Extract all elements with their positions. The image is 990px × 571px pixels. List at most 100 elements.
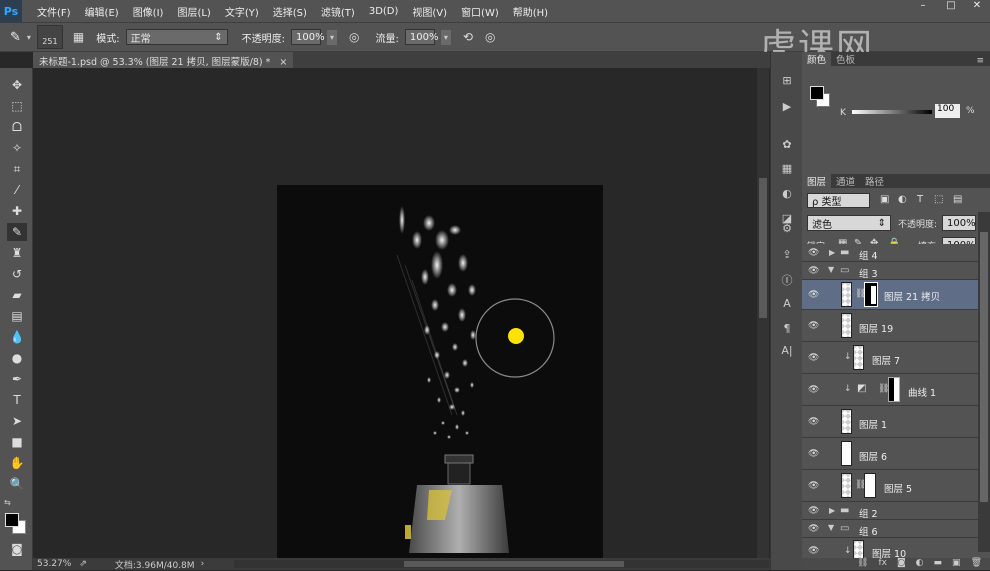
trash-icon[interactable]: 🗑 (971, 558, 982, 570)
filter-type-icon[interactable]: T (917, 194, 923, 205)
crop-tool-icon[interactable]: ⌗ (7, 160, 27, 178)
eye-icon[interactable]: 👁 (808, 417, 819, 427)
new-layer-icon[interactable]: ▣ (952, 558, 961, 570)
filter-adjust-icon[interactable]: ◐ (898, 194, 907, 205)
layers-scroll-thumb[interactable] (980, 232, 988, 502)
export-icon[interactable]: ⇗ (79, 559, 87, 569)
document-canvas[interactable] (277, 185, 603, 558)
healing-brush-icon[interactable]: ✚ (7, 202, 27, 220)
menu-file[interactable]: 文件(F) (37, 4, 71, 19)
chevron-right-icon[interactable]: ▶ (829, 506, 835, 515)
menu-filter[interactable]: 滤镜(T) (321, 4, 355, 19)
brush-presets-icon[interactable]: ✿ (778, 138, 796, 154)
tab-swatches[interactable]: 色板 (831, 52, 860, 66)
filter-shape-icon[interactable]: ⬚ (934, 194, 943, 205)
link-layers-icon[interactable]: ⛓ (857, 558, 868, 570)
swap-colors-icon[interactable]: ⇆ (4, 498, 11, 507)
layer-group-6[interactable]: 👁 ▼ ▭ 组 6 (802, 520, 978, 538)
close-tab-icon[interactable]: × (279, 57, 287, 68)
layer-6[interactable]: 👁 图层 6 (802, 438, 978, 470)
actions-panel-icon[interactable]: ▶ (778, 100, 796, 116)
dodge-tool-icon[interactable]: ● (7, 349, 27, 367)
tab-paths[interactable]: 路径 (860, 174, 889, 188)
minimize-button[interactable]: – (912, 0, 934, 12)
blur-tool-icon[interactable]: 💧 (7, 328, 27, 346)
menu-layer[interactable]: 图层(L) (177, 4, 210, 19)
menu-select[interactable]: 选择(S) (273, 4, 307, 19)
history-panel-icon[interactable]: ⊞ (778, 74, 796, 90)
info-panel-icon[interactable]: Ⓘ (778, 272, 796, 288)
chevron-down-icon[interactable]: ▼ (828, 265, 834, 274)
gradient-tool-icon[interactable]: ▤ (7, 307, 27, 325)
foreground-color[interactable] (5, 513, 19, 527)
horizontal-scrollbar[interactable] (234, 560, 770, 568)
filter-smart-icon[interactable]: ▤ (953, 194, 962, 205)
chevron-right-icon[interactable]: › (201, 559, 205, 569)
history-brush-icon[interactable]: ↺ (7, 265, 27, 283)
canvas-vertical-scrollbar[interactable] (757, 68, 769, 558)
zoom-level[interactable]: 53.27% (37, 559, 71, 569)
layer-opacity-input[interactable]: 100% (942, 215, 976, 231)
eyedropper-tool-icon[interactable]: ⁄ (7, 181, 27, 199)
zoom-tool-icon[interactable]: 🔍 (7, 475, 27, 493)
fx-icon[interactable]: fx (878, 558, 887, 570)
curves-1[interactable]: 👁 ↓ ◩ ⛓ 曲线 1 (802, 374, 978, 406)
layer-7[interactable]: 👁 ↓ 图层 7 (802, 342, 978, 374)
eye-icon[interactable]: 👁 (808, 546, 819, 556)
brush-panel-icon[interactable]: ▦ (73, 30, 84, 44)
layer-1[interactable]: 👁 图层 1 (802, 406, 978, 438)
menu-edit[interactable]: 编辑(E) (85, 4, 119, 19)
menu-view[interactable]: 视图(V) (412, 4, 447, 19)
menu-help[interactable]: 帮助(H) (513, 4, 548, 19)
opacity-input[interactable]: 100% (291, 29, 325, 45)
layer-group-2[interactable]: 👁 ▶ ▬ 组 2 (802, 502, 978, 520)
chevron-down-icon[interactable]: ▾ (27, 33, 31, 42)
path-select-icon[interactable]: ➤ (7, 412, 27, 430)
brush-tool-icon[interactable]: ✎ (10, 30, 21, 45)
stamp-tool-icon[interactable]: ♜ (7, 244, 27, 262)
document-tab[interactable]: 未标题-1.psd @ 53.3% (图层 21 拷贝, 图层蒙版/8) * × (33, 52, 294, 68)
lasso-tool-icon[interactable]: ᗝ (7, 118, 27, 136)
mask-thumbnail[interactable] (864, 473, 876, 498)
doc-size[interactable]: 文档:3.96M/40.8M (115, 558, 195, 571)
chevron-right-icon[interactable]: ▶ (829, 248, 835, 257)
menu-window[interactable]: 窗口(W) (461, 4, 499, 19)
eye-icon[interactable]: 👁 (808, 385, 819, 395)
chevron-down-icon[interactable]: ▾ (327, 29, 338, 45)
paragraph-panel-icon[interactable]: ¶ (778, 322, 796, 338)
eye-icon[interactable]: 👁 (808, 353, 819, 363)
eye-icon[interactable]: 👁 (808, 266, 819, 276)
k-slider[interactable] (852, 110, 932, 114)
path-panel-icon[interactable]: ⇪ (778, 248, 796, 264)
menu-3d[interactable]: 3D(D) (369, 6, 399, 17)
eye-icon[interactable]: 👁 (808, 248, 819, 258)
quick-mask-icon[interactable]: ◙ (7, 540, 27, 558)
chevron-down-icon[interactable]: ▼ (828, 523, 834, 532)
layer-10[interactable]: 👁 ↓ 图层 10 (802, 538, 978, 558)
blend-mode-select[interactable]: 滤色 ⇕ (807, 215, 891, 231)
eye-icon[interactable]: 👁 (808, 290, 819, 300)
chevron-down-icon[interactable]: ▾ (440, 29, 451, 45)
eraser-tool-icon[interactable]: ▰ (7, 286, 27, 304)
layer-5[interactable]: 👁 ⛓ 图层 5 (802, 470, 978, 502)
hand-tool-icon[interactable]: ✋ (7, 454, 27, 472)
flow-input[interactable]: 100% (404, 29, 438, 45)
magic-wand-icon[interactable]: ✧ (7, 139, 27, 157)
adjustments-icon[interactable]: ◐ (778, 187, 796, 203)
character-panel-icon[interactable]: A (778, 297, 796, 313)
layer-group-4[interactable]: 👁 ▶ ▬ 组 4 (802, 244, 978, 262)
brush-tool-icon[interactable]: ✎ (7, 223, 27, 241)
menu-image[interactable]: 图像(I) (133, 4, 164, 19)
maximize-button[interactable]: □ (940, 0, 962, 12)
mask-thumbnail[interactable] (864, 282, 878, 307)
mask-thumbnail[interactable] (888, 377, 900, 402)
pen-tool-icon[interactable]: ✒ (7, 370, 27, 388)
eye-icon[interactable]: 👁 (808, 481, 819, 491)
properties-icon[interactable]: ⚙ (778, 222, 796, 238)
tab-color[interactable]: 颜色 (802, 52, 832, 66)
eye-icon[interactable]: 👁 (808, 321, 819, 331)
color-fg-swatch[interactable] (810, 86, 824, 100)
layer-19[interactable]: 👁 图层 19 (802, 310, 978, 342)
mode-select[interactable]: 正常 ⇕ (125, 29, 228, 45)
new-group-icon[interactable]: ▬ (934, 558, 943, 570)
